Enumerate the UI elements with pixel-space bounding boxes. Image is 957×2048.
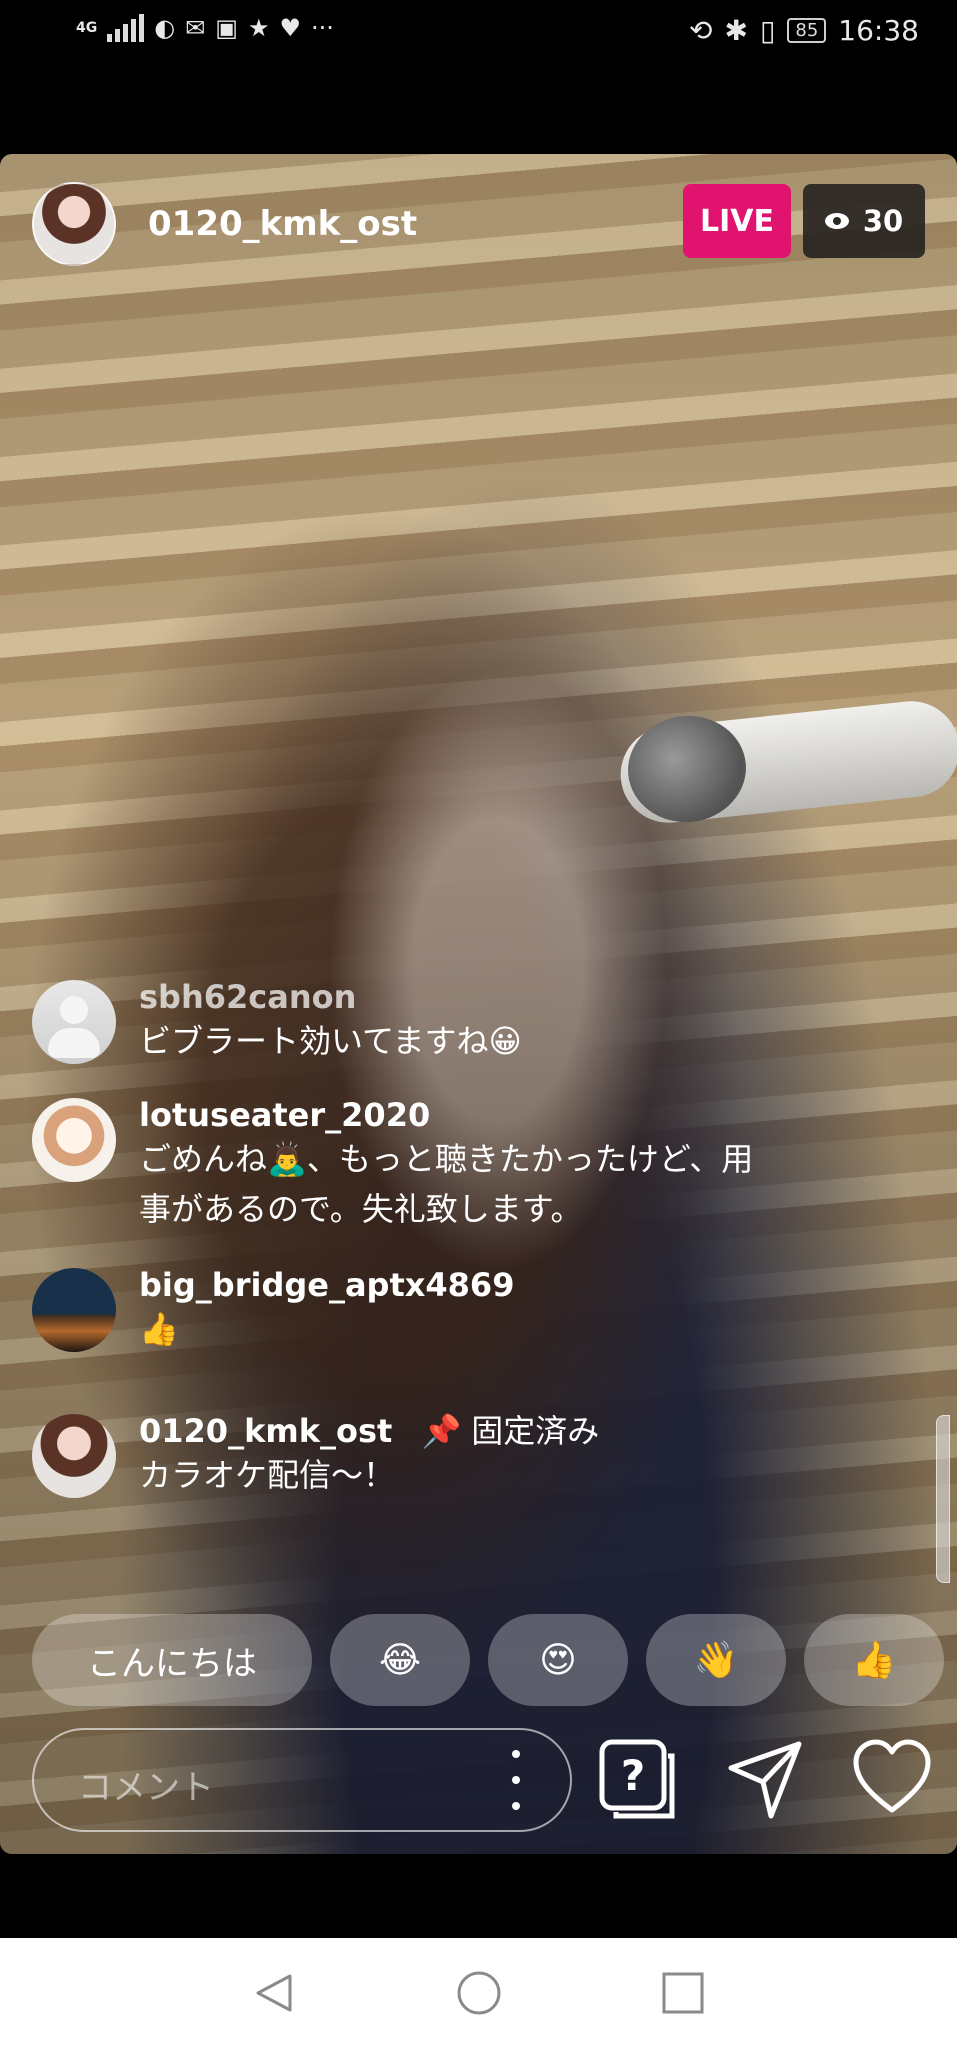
user-avatar[interactable] [32,980,116,1064]
quick-reply-row: こんにちは 😂 😍 👋 👍 [32,1614,957,1706]
more-options-icon[interactable] [512,1750,520,1810]
svg-text:?: ? [621,1751,645,1800]
live-header: 0120_kmk_ost LIVE 30 [32,182,932,266]
quick-reply-chip[interactable]: 👍 [804,1614,944,1706]
system-nav-bar [0,1938,957,2048]
user-avatar[interactable] [32,1414,116,1498]
pinned-comment-header: 0120_kmk_ost 📌 固定済み [139,1412,892,1450]
comment-item[interactable]: big_bridge_aptx4869 👍 [32,1266,892,1354]
host-username[interactable]: 0120_kmk_ost [148,204,417,244]
comment-text: カラオケ配信〜！ [139,1456,396,1494]
clock: 16:38 [838,14,919,47]
host-avatar[interactable] [32,182,116,266]
viewer-count-badge[interactable]: 30 [803,184,925,258]
bluetooth-icon: ✱ [724,14,748,47]
heart-icon[interactable] [852,1738,932,1822]
viewer-count: 30 [862,204,904,238]
quick-reply-chip[interactable]: 😂 [330,1614,470,1706]
quick-reply-chip[interactable]: 👋 [646,1614,786,1706]
recents-icon[interactable] [658,1938,708,2048]
heart-icon: ♥ [279,14,302,42]
user-avatar[interactable] [32,1268,116,1352]
comment-username[interactable]: big_bridge_aptx4869 [139,1266,892,1304]
comment-username[interactable]: 0120_kmk_ost [139,1412,392,1450]
pinned-label: 固定済み [471,1412,600,1450]
carrier-logo-icon: ◐ [154,14,176,42]
user-avatar[interactable] [32,1098,116,1182]
mail-icon: ✉ [185,14,206,42]
battery-indicator: 85 [787,18,827,43]
status-left: 4G ◐ ✉ ▣ ★ ♥ ··· [76,14,334,42]
pinned-comment[interactable]: 0120_kmk_ost 📌 固定済み カラオケ配信〜！ [32,1412,892,1500]
live-badge: LIVE [683,184,791,258]
data-sync-icon: ⟲ [689,14,713,47]
home-icon[interactable] [454,1938,504,2048]
more-icon: ··· [311,14,334,42]
signal-icon [107,14,145,42]
comment-username[interactable]: sbh62canon [139,978,892,1016]
side-panel-handle[interactable] [936,1415,950,1583]
comment-text: ごめんね🙇‍♂️、もっと聴きたかったけど、用事があるので。失礼致します。 [139,1140,754,1228]
vibrate-icon: ▯ [759,14,776,47]
back-icon[interactable] [250,1938,300,2048]
pinned-indicator: 📌 固定済み [421,1412,599,1450]
app-icon: ▣ [215,14,238,42]
quick-reply-chip[interactable]: 😍 [488,1614,628,1706]
comment-list: sbh62canon ビブラート効いてますね😀 lotuseater_2020 … [32,978,892,1500]
quick-reply-chip[interactable]: こんにちは [32,1614,312,1706]
comment-placeholder: コメント [78,1768,214,1808]
comment-text: ビブラート効いてますね😀 [139,1022,522,1060]
comment-input[interactable]: コメント [32,1728,572,1832]
eye-icon [824,213,849,229]
comment-username[interactable]: lotuseater_2020 [139,1096,892,1134]
status-right: ⟲ ✱ ▯ 85 16:38 [689,14,919,47]
send-icon[interactable] [725,1738,805,1822]
pin-icon: 📌 [421,1412,462,1450]
comment-text: 👍 [139,1310,179,1348]
status-bar: 4G ◐ ✉ ▣ ★ ♥ ··· ⟲ ✱ ▯ 85 16:38 [0,0,957,72]
network-type: 4G [76,20,98,36]
question-icon[interactable]: ? [598,1738,678,1822]
star-icon: ★ [247,14,270,42]
comment-item[interactable]: sbh62canon ビブラート効いてますね😀 [32,978,892,1066]
comment-item[interactable]: lotuseater_2020 ごめんね🙇‍♂️、もっと聴きたかったけど、用事が… [32,1096,892,1234]
